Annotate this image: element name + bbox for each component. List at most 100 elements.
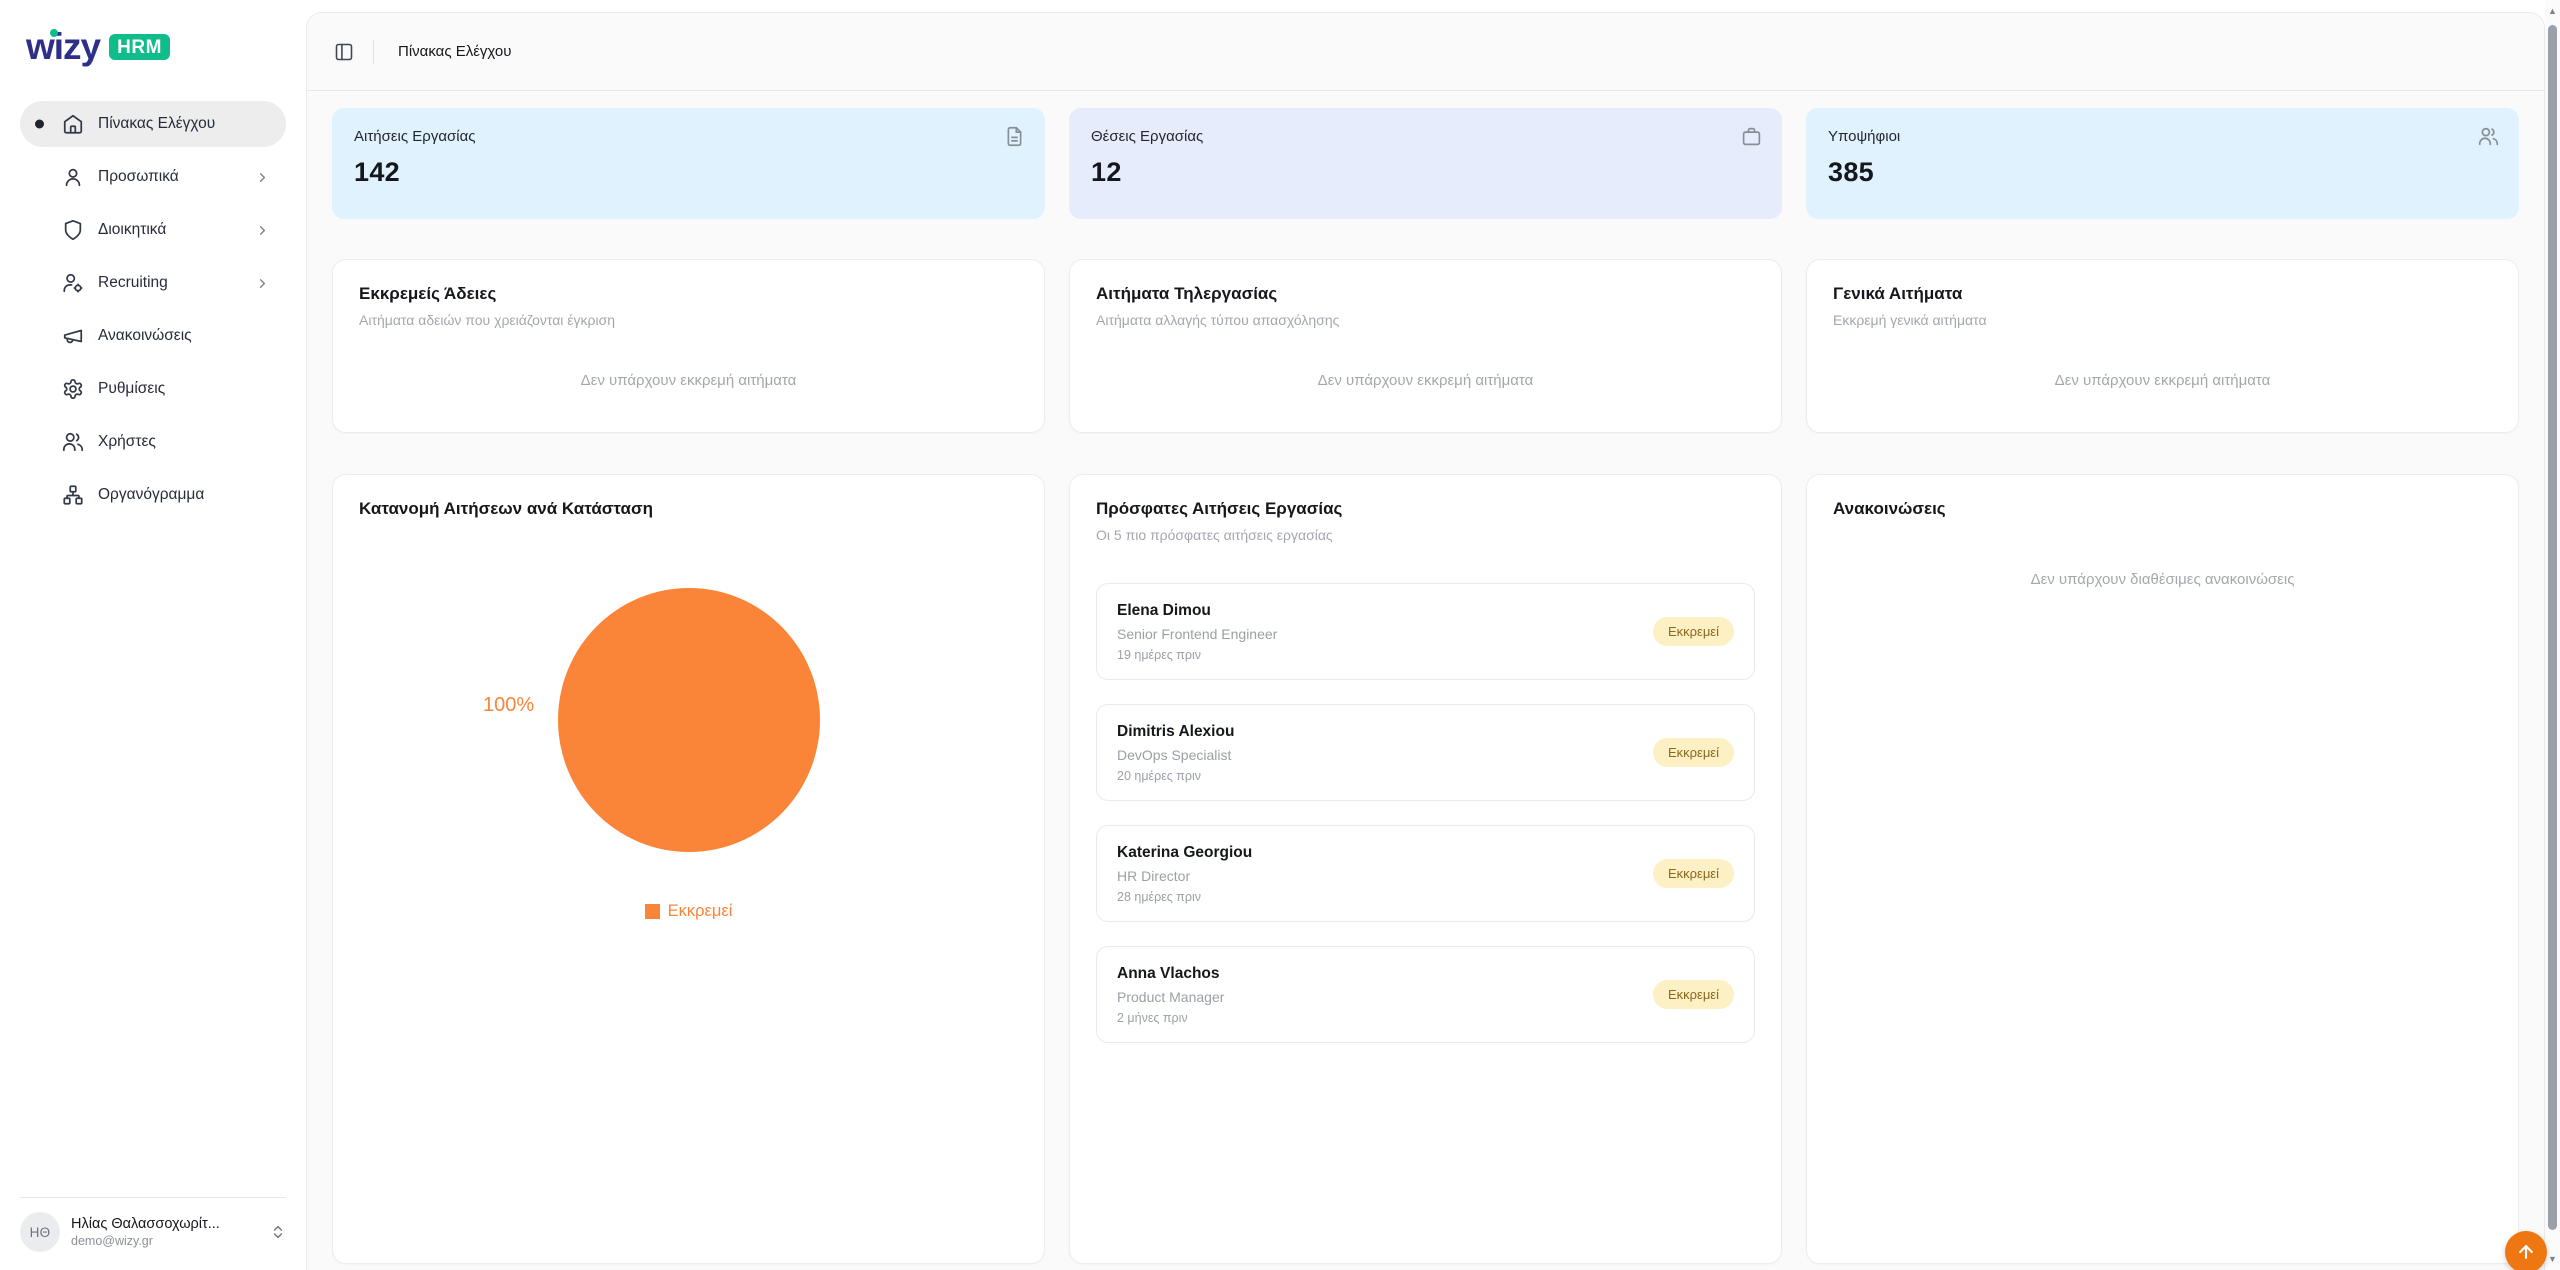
application-info: Dimitris Alexiou DevOps Specialist 20 ημ… [1117,723,1234,783]
scrollbar-thumb[interactable] [2548,25,2557,1230]
user-email: demo@wizy.gr [71,1234,153,1248]
user-icon [62,166,84,188]
applications-list: Elena Dimou Senior Frontend Engineer 19 … [1096,583,1755,1043]
brand-logo[interactable]: wizy HRM [20,28,286,65]
home-icon [62,113,84,135]
stat-label: Θέσεις Εργασίας [1091,128,1204,145]
applicant-name: Katerina Georgiou [1117,843,1253,861]
sidebar-item-orgchart[interactable]: Οργανόγραμμα [20,472,286,518]
application-info: Anna Vlachos Product Manager 2 μήνες πρι… [1117,965,1224,1025]
applicant-role: DevOps Specialist [1117,746,1232,763]
empty-state-text: Δεν υπάρχουν εκκρεμή αιτήματα [580,372,797,389]
app-root: wizy HRM Πίνακας Ελέγχου Προσωπικά Διοικ… [0,0,2560,1270]
sidebar-item-label: Διοικητικά [98,221,167,238]
scrollbar-up-arrow[interactable]: ▲ [2545,4,2560,18]
application-time: 20 ημέρες πριν [1117,768,1202,783]
application-info: Katerina Georgiou HR Director 28 ημέρες … [1117,844,1252,904]
shield-icon [62,219,84,241]
chevron-right-icon [255,223,270,238]
applicant-name: Dimitris Alexiou [1117,722,1235,740]
page-title: Πίνακας Ελέγχου [398,43,512,60]
file-text-icon [1004,126,1025,152]
sidebar-item-label: Recruiting [98,274,168,291]
status-badge: Εκκρεμεί [1652,980,1734,1009]
gear-icon [62,378,84,400]
applicant-name: Anna Vlachos [1117,964,1220,982]
card-subtitle: Οι 5 πιο πρόσφατες αιτήσεις εργασίας [1096,527,1333,543]
pie-chart: 100% Εκκρεμεί [333,475,1044,1263]
status-badge: Εκκρεμεί [1652,859,1734,888]
application-row[interactable]: Dimitris Alexiou DevOps Specialist 20 ημ… [1096,704,1755,801]
chevron-right-icon [255,170,270,185]
bottom-row: Κατανομή Αιτήσεων ανά Κατάσταση 100% Εκκ… [332,474,2519,1264]
application-row[interactable]: Anna Vlachos Product Manager 2 μήνες πρι… [1096,946,1755,1043]
scrollbar-down-arrow[interactable]: ▼ [2545,1252,2560,1266]
stat-label: Υποψήφιοι [1828,128,1901,145]
card-status-distribution: Κατανομή Αιτήσεων ανά Κατάσταση 100% Εκκ… [332,474,1045,1264]
sidebar-item-settings[interactable]: Ρυθμίσεις [20,366,286,412]
legend-label: Εκκρεμεί [667,902,733,920]
sidebar-item-administrative[interactable]: Διοικητικά [20,207,286,253]
stat-card-applications: Αιτήσεις Εργασίας 142 [332,108,1045,219]
legend-swatch [644,904,660,919]
card-title: Αιτήματα Τηλεργασίας [1096,284,1278,303]
application-row[interactable]: Elena Dimou Senior Frontend Engineer 19 … [1096,583,1755,680]
main-area: Πίνακας Ελέγχου Αιτήσεις Εργασίας 142 Θέ… [306,0,2560,1270]
card-subtitle: Αιτήματα αλλαγής τύπου απασχόλησης [1096,312,1340,328]
brand-name: wizy [26,26,101,67]
sidebar-item-recruiting[interactable]: Recruiting [20,260,286,306]
arrow-up-icon [2516,1242,2536,1262]
sidebar-item-label: Οργανόγραμμα [98,486,205,503]
pie-percent-label: 100% [483,694,535,716]
dashboard-content: Αιτήσεις Εργασίας 142 Θέσεις Εργασίας 12 [307,91,2544,1264]
stat-value: 385 [1828,157,1874,187]
user-cog-icon [62,272,84,294]
users-icon [62,431,84,453]
sidebar-item-label: Ανακοινώσεις [98,327,192,344]
empty-state-text: Δεν υπάρχουν εκκρεμή αιτήματα [1317,372,1534,389]
card-general-requests: Γενικά Αιτήματα Εκκρεμή γενικά αιτήματα … [1806,259,2519,433]
sidebar-item-personal[interactable]: Προσωπικά [20,154,286,200]
user-texts: Ηλίας Θαλασσοχωρίτ... demo@wizy.gr [71,1216,220,1248]
card-subtitle: Εκκρεμή γενικά αιτήματα [1833,312,1987,328]
applicant-role: Product Manager [1117,988,1225,1005]
card-pending-leaves: Εκκρεμείς Άδειες Αιτήματα αδειών που χρε… [332,259,1045,433]
card-subtitle: Αιτήματα αδειών που χρειάζονται έγκριση [359,312,616,328]
card-remote-requests: Αιτήματα Τηλεργασίας Αιτήματα αλλαγής τύ… [1069,259,1782,433]
stat-value: 12 [1091,157,1122,187]
chevrons-up-down-icon [270,1224,286,1240]
application-row[interactable]: Katerina Georgiou HR Director 28 ημέρες … [1096,825,1755,922]
card-title: Γενικά Αιτήματα [1833,284,1963,303]
main-panel: Πίνακας Ελέγχου Αιτήσεις Εργασίας 142 Θέ… [306,12,2545,1270]
applicant-name: Elena Dimou [1117,601,1211,619]
status-badge: Εκκρεμεί [1652,738,1734,767]
application-time: 28 ημέρες πριν [1117,889,1202,904]
stats-row: Αιτήσεις Εργασίας 142 Θέσεις Εργασίας 12 [332,108,2519,219]
sidebar-item-label: Προσωπικά [98,168,179,185]
application-time: 2 μήνες πριν [1117,1010,1188,1025]
application-info: Elena Dimou Senior Frontend Engineer 19 … [1117,602,1277,662]
sidebar-item-dashboard[interactable]: Πίνακας Ελέγχου [20,101,286,147]
sidebar-item-label: Πίνακας Ελέγχου [98,115,216,132]
sidebar-nav: Πίνακας Ελέγχου Προσωπικά Διοικητικά Rec… [20,101,286,518]
applicant-role: Senior Frontend Engineer [1117,625,1278,642]
user-name: Ηλίας Θαλασσοχωρίτ... [71,1216,220,1232]
sidebar-item-announcements[interactable]: Ανακοινώσεις [20,313,286,359]
sidebar-item-users[interactable]: Χρήστες [20,419,286,465]
application-time: 19 ημέρες πριν [1117,647,1202,662]
card-recent-applications: Πρόσφατες Αιτήσεις Εργασίας Οι 5 πιο πρό… [1069,474,1782,1264]
brand-badge: HRM [109,33,170,60]
applicant-role: HR Director [1117,867,1191,884]
scroll-to-top-button[interactable] [2505,1231,2547,1270]
card-title: Πρόσφατες Αιτήσεις Εργασίας [1096,499,1343,518]
user-menu[interactable]: ΗΘ Ηλίας Θαλασσοχωρίτ... demo@wizy.gr [20,1197,286,1252]
sidebar-toggle-button[interactable] [329,37,359,67]
sidebar-item-label: Χρήστες [98,433,156,450]
vertical-scrollbar: ▲ ▼ [2545,0,2560,1270]
active-dot [35,119,44,129]
briefcase-icon [1741,126,1762,152]
users-icon [2478,126,2499,152]
stat-card-positions: Θέσεις Εργασίας 12 [1069,108,1782,219]
stat-value: 142 [354,157,400,187]
